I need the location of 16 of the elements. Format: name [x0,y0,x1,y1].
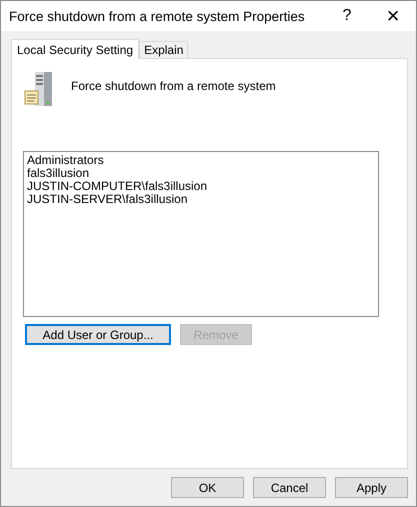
account-item[interactable]: Administrators [27,154,375,167]
server-icon [23,71,55,107]
cancel-button[interactable]: Cancel [253,477,326,498]
tab[interactable]: Explain [139,41,188,58]
window-title: Force shutdown from a remote system Properties [9,8,306,24]
policy-name: Force shutdown from a remote system [71,79,276,93]
account-item[interactable]: JUSTIN-COMPUTER\fals3illusion [27,180,375,193]
accounts-list[interactable]: Administrators fals3illusion JUSTIN-COMPUTER\fals3illusion JUSTIN-SERVER\fals3illusion [23,151,379,317]
close-button[interactable]: × [370,1,416,31]
account-item[interactable]: fals3illusion [27,167,375,180]
tab[interactable]: Local Security Setting [11,39,140,59]
help-button[interactable]: ? [324,1,370,31]
ok-button[interactable]: OK [171,477,244,498]
apply-button[interactable]: Apply [335,477,408,498]
account-item[interactable]: JUSTIN-SERVER\fals3illusion [27,193,375,206]
add-button[interactable]: Add User or Group... [25,324,171,345]
